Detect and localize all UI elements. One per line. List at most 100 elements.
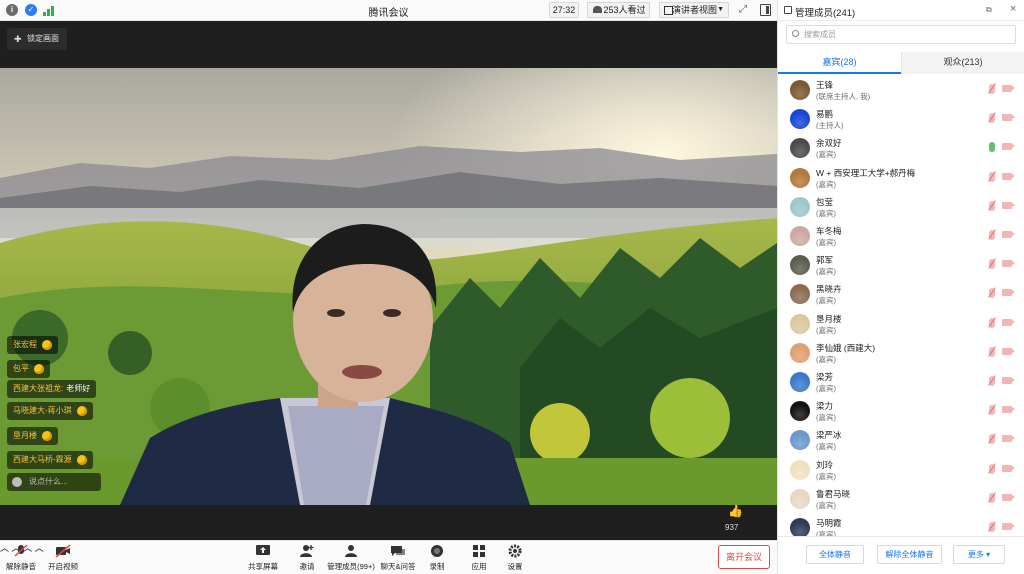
member-row[interactable]: 刘玲 (嘉宾) xyxy=(778,456,1024,485)
member-row[interactable]: 马明霞 (嘉宾) xyxy=(778,514,1024,536)
member-row[interactable]: 李仙娥 (西建大) (嘉宾) xyxy=(778,339,1024,368)
apps-button[interactable]: 应用 xyxy=(468,544,490,572)
members-icon xyxy=(343,544,359,558)
mic-muted-icon[interactable] xyxy=(989,84,995,94)
mic-on-icon[interactable] xyxy=(989,142,995,153)
unmute-button[interactable]: 解除静音 xyxy=(4,544,38,572)
chat-qa-label: 聊天&问答 xyxy=(380,562,416,571)
member-row[interactable]: 包莹 (嘉宾) xyxy=(778,193,1024,222)
clap-icon xyxy=(42,339,52,350)
sidebar-toggle-icon[interactable] xyxy=(760,4,771,16)
avatar xyxy=(790,226,810,246)
lock-screen-button[interactable]: ✚ 锁定画面 xyxy=(7,28,67,50)
member-row[interactable]: 垦月楼 (嘉宾) xyxy=(778,310,1024,339)
camera-off-icon[interactable] xyxy=(1002,143,1015,151)
member-row[interactable]: 易鹏 (主持人) xyxy=(778,105,1024,134)
member-row[interactable]: W + 西安理工大学+郝丹梅 (嘉宾) xyxy=(778,164,1024,193)
avatar xyxy=(790,488,810,509)
mic-muted-icon[interactable] xyxy=(989,317,995,328)
mic-muted-icon[interactable] xyxy=(989,113,995,124)
mic-muted-icon[interactable] xyxy=(989,376,995,386)
member-name: 黑晓卉 xyxy=(816,284,842,295)
mic-muted-icon[interactable] xyxy=(989,463,995,474)
share-screen-button[interactable]: 共享屏幕 xyxy=(246,544,280,572)
member-row[interactable]: 鲁君马晓 (嘉宾) xyxy=(778,485,1024,514)
member-row[interactable]: 王锋 (联席主持人, 我) xyxy=(778,76,1024,105)
start-video-button[interactable]: 开启视频 xyxy=(46,544,80,572)
camera-off-icon[interactable] xyxy=(1002,347,1015,355)
member-role: (嘉宾) xyxy=(816,384,836,393)
mic-muted-icon[interactable] xyxy=(989,492,995,503)
unmute-label: 解除静音 xyxy=(6,562,36,571)
mic-muted-icon[interactable] xyxy=(989,346,995,357)
unmute-all-button[interactable]: 解除全体静音 xyxy=(877,545,942,564)
member-row[interactable]: 车冬梅 (嘉宾) xyxy=(778,222,1024,251)
camera-off-icon[interactable] xyxy=(1002,231,1015,238)
mic-muted-icon[interactable] xyxy=(989,405,995,416)
tab-audience[interactable]: 观众(213) xyxy=(901,52,1024,74)
member-role: (嘉宾) xyxy=(816,413,836,423)
member-name: 马明霞 xyxy=(816,518,842,528)
tab-guests[interactable]: 嘉宾(28) xyxy=(778,52,901,74)
camera-off-icon[interactable] xyxy=(1002,201,1015,209)
popout-icon[interactable]: ⧉ xyxy=(986,5,992,15)
thumbs-up-icon[interactable]: 👍 xyxy=(728,505,743,518)
mic-muted-icon[interactable] xyxy=(989,434,995,445)
mic-muted-icon[interactable] xyxy=(989,230,995,240)
mic-muted-icon[interactable] xyxy=(989,200,995,211)
more-button[interactable]: 更多 ▾ xyxy=(953,545,1005,564)
member-row[interactable]: 梁力 (嘉宾) xyxy=(778,397,1024,426)
member-row[interactable]: 梁芳 (嘉宾) xyxy=(778,368,1024,397)
camera-off-icon[interactable] xyxy=(1002,523,1015,530)
member-row[interactable]: 黑晓卉 (嘉宾) xyxy=(778,280,1024,309)
viewer-count[interactable]: 253人看过 xyxy=(587,2,650,18)
chat-input-placeholder: 说点什么... xyxy=(29,477,68,486)
member-role: (主持人) xyxy=(816,121,844,131)
close-icon[interactable]: × xyxy=(1010,3,1016,15)
leave-meeting-button[interactable]: 离开会议 xyxy=(718,545,770,569)
camera-off-icon[interactable] xyxy=(1002,493,1015,501)
panel-footer: 全体静音 解除全体静音 更多 ▾ xyxy=(778,536,1024,574)
layout-dropdown[interactable]: 演讲者视图 ▼ xyxy=(659,2,729,18)
manage-members-button[interactable]: 管理成员(99+) xyxy=(326,544,376,572)
settings-button[interactable]: 设置 xyxy=(504,544,526,572)
member-role: (嘉宾) xyxy=(816,325,836,335)
camera-off-icon[interactable] xyxy=(1002,406,1015,414)
member-role: (嘉宾) xyxy=(816,150,836,160)
mic-muted-icon[interactable] xyxy=(989,522,995,532)
mic-muted-icon[interactable] xyxy=(989,288,995,299)
start-video-label: 开启视频 xyxy=(48,562,78,571)
record-icon xyxy=(429,544,445,558)
member-row[interactable]: 余双好 (嘉宾) xyxy=(778,134,1024,163)
chat-message: 马晓建大-蒋小琪 xyxy=(7,402,93,420)
member-row[interactable]: 梁严冰 (嘉宾) xyxy=(778,426,1024,455)
camera-off-icon[interactable] xyxy=(1002,464,1015,472)
camera-off-icon[interactable] xyxy=(1002,435,1015,443)
chat-text: 老师好 xyxy=(66,384,91,393)
member-row[interactable]: 郭军 (嘉宾) xyxy=(778,251,1024,280)
record-button[interactable]: 录制 xyxy=(426,544,448,572)
chat-sender: 张宏程 xyxy=(13,340,37,349)
camera-off-icon[interactable] xyxy=(1002,318,1015,326)
camera-off-icon[interactable] xyxy=(1002,114,1015,122)
chat-input[interactable]: 说点什么... xyxy=(7,473,101,491)
pin-icon: ✚ xyxy=(14,34,22,44)
emoji-icon[interactable] xyxy=(12,477,22,487)
video-frame xyxy=(0,68,777,505)
camera-off-icon[interactable] xyxy=(1002,289,1015,297)
member-name: 李仙娥 (西建大) xyxy=(816,342,876,353)
speaker-video[interactable] xyxy=(0,68,777,505)
camera-off-icon[interactable] xyxy=(1002,377,1015,384)
meeting-area: i ✓ 腾讯会议 27:32 253人看过 演讲者视图 ▼ ⤢ ✚ 锁定画面 张… xyxy=(0,0,777,574)
chat-message: 张宏程 xyxy=(7,336,58,354)
camera-off-icon[interactable] xyxy=(1002,85,1015,92)
mic-muted-icon[interactable] xyxy=(989,171,995,182)
member-search-input[interactable]: 搜索成员 xyxy=(786,25,1016,44)
camera-off-icon[interactable] xyxy=(1002,172,1015,180)
camera-off-icon[interactable] xyxy=(1002,260,1015,268)
mute-all-button[interactable]: 全体静音 xyxy=(806,545,864,564)
chat-qa-button[interactable]: 聊天&问答 xyxy=(380,544,416,572)
fullscreen-icon[interactable]: ⤢ xyxy=(737,4,749,16)
mic-muted-icon[interactable] xyxy=(989,259,995,270)
invite-button[interactable]: 邀请 xyxy=(292,544,322,572)
